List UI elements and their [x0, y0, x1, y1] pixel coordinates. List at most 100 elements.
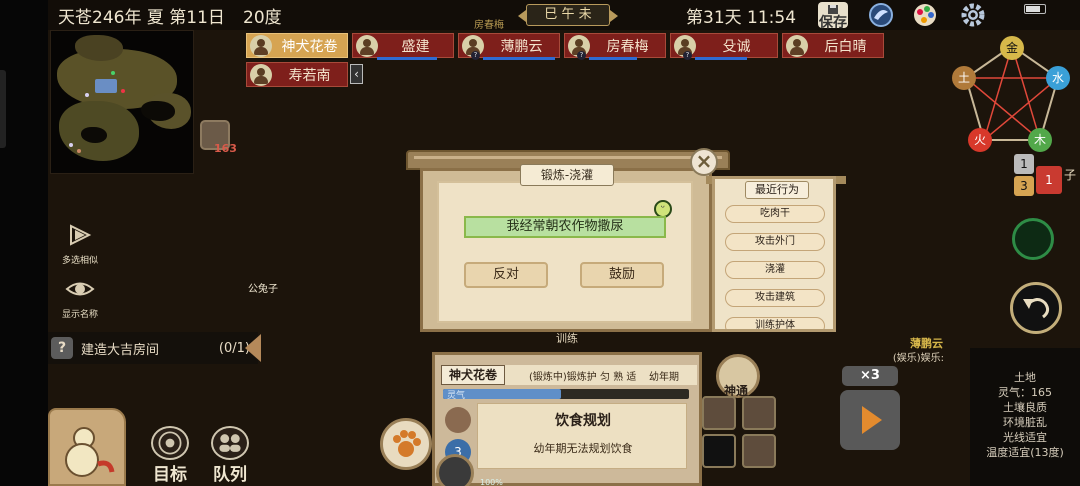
settings-gear-icon[interactable] [958, 2, 988, 28]
map-void [141, 101, 175, 121]
speed-label[interactable]: ×3 [842, 366, 898, 386]
recent-item[interactable]: 浇灌 [725, 261, 825, 279]
collapse-chips-button[interactable]: ‹ [350, 64, 363, 84]
wuxing-water[interactable]: 水 [1046, 66, 1070, 90]
yinyang-icon[interactable] [1012, 218, 1054, 260]
character-bar [483, 57, 555, 60]
percent-label: 100% [480, 478, 503, 486]
task-label: 建造大吉房间 [81, 342, 160, 358]
undo-icon[interactable] [1010, 282, 1062, 334]
npc-label: 公兔子 [248, 284, 278, 295]
wuxing-diagram[interactable]: 金 水 木 火 土 [950, 36, 1074, 156]
eye-icon [65, 282, 95, 296]
bird-icon[interactable] [866, 2, 896, 28]
question-badge-icon: ? [683, 51, 692, 60]
target-label: 目标 [153, 465, 187, 485]
recent-item[interactable]: 训练护体 [725, 317, 825, 329]
task-collapse-arrow-icon[interactable] [245, 334, 261, 362]
lingqi-bar [443, 389, 689, 399]
map-marker [85, 93, 89, 97]
encourage-button[interactable]: 鼓励 [580, 262, 664, 288]
character-name: 神犬花卷 [281, 38, 338, 55]
oppose-button[interactable]: 反对 [464, 262, 548, 288]
action-slot-1[interactable] [702, 396, 736, 430]
recent-item[interactable]: 攻击建筑 [725, 289, 825, 307]
close-icon[interactable]: × [690, 148, 718, 176]
map-marker [69, 143, 73, 147]
character-name: 殳诚 [722, 38, 751, 55]
wuxing-earth[interactable]: 土 [952, 66, 976, 90]
map-void [81, 127, 107, 143]
status-tag: 适 [626, 372, 637, 383]
character-name: 寿若南 [288, 67, 331, 84]
diet-plan-desc: 幼年期无法规划饮食 [533, 442, 633, 455]
floppy-icon [828, 5, 838, 14]
character-chip-5[interactable]: 殳诚? [670, 33, 778, 60]
character-bar [695, 57, 747, 60]
action-slot-4[interactable] [742, 434, 776, 468]
show-names-button[interactable]: 显示名称 [52, 276, 108, 320]
save-button[interactable]: 保存 [818, 2, 848, 31]
character-bar [377, 57, 437, 60]
device-side-bar [0, 0, 48, 486]
floating-character-name: 房春梅 [474, 20, 504, 31]
avatar [356, 34, 378, 57]
ganzhi-time-indicator[interactable]: 巳 午 未 [518, 4, 618, 26]
task-bar[interactable]: ? 建造大吉房间 (0/1) [48, 332, 258, 364]
count-box-b[interactable]: 3 [1014, 176, 1034, 196]
character-bar [589, 57, 637, 60]
game-date: 天苍246年 夏 第11日 [58, 8, 225, 28]
tile-info-line: 环境脏乱 [1003, 416, 1047, 429]
character-chip-7[interactable]: 寿若南 [246, 62, 348, 87]
paw-icon [393, 430, 421, 457]
action-slot-3[interactable] [702, 434, 736, 468]
count-box-a[interactable]: 1 [1014, 154, 1034, 174]
tile-info-line: 土壤良质 [1003, 401, 1047, 414]
character-chip-3[interactable]: 薄鹏云? [458, 33, 560, 60]
minimap[interactable] [50, 30, 194, 174]
wuxing-wood[interactable]: 木 [1028, 128, 1052, 152]
target-button[interactable]: 目标 [140, 426, 200, 485]
multi-select-icon [70, 224, 92, 246]
character-chip-1[interactable]: 神犬花卷 [246, 33, 348, 58]
lingqi-label: 灵气 [447, 391, 466, 401]
game-screen: 天苍246年 夏 第11日 20度 房春梅 巳 午 未 第31天 11:54 保… [0, 0, 1080, 486]
diet-plan-box[interactable]: 饮食规划 幼年期无法规划饮食 [477, 403, 687, 469]
character-name: 房春梅 [606, 38, 649, 55]
recent-item[interactable]: 攻击外门 [725, 233, 825, 251]
paw-button[interactable] [380, 418, 432, 470]
age-stage: 幼年期 [649, 372, 679, 383]
recent-actions-panel[interactable]: 最近行为 吃肉干 攻击外门 浇灌 攻击建筑 训练护体 [712, 176, 836, 332]
save-label: 保存 [819, 15, 847, 31]
battery-icon [1024, 4, 1046, 14]
avatar [250, 34, 272, 57]
status-text: (锻炼中)锻炼护 [529, 372, 597, 383]
count-box-c[interactable]: 1 [1036, 166, 1062, 194]
question-icon: ? [51, 337, 73, 359]
training-label: 训练 [556, 332, 578, 345]
bag-count: 163 [214, 142, 237, 155]
side-char: 子 [1064, 168, 1077, 182]
recent-item[interactable]: 吃肉干 [725, 205, 825, 223]
avatar [250, 63, 272, 86]
queue-label: 队列 [213, 465, 247, 485]
play-button[interactable] [840, 390, 900, 450]
character-chip-2[interactable]: 盛建 [352, 33, 454, 60]
target-icon [151, 426, 189, 460]
palette-icon[interactable] [910, 2, 940, 28]
multi-select-button[interactable]: 多选相似 [52, 222, 108, 266]
status-tag: 熟 [613, 372, 624, 383]
wuxing-metal[interactable]: 金 [1000, 36, 1024, 60]
panel-character-name[interactable]: 神犬花卷 [441, 365, 505, 385]
character-chip-6[interactable]: 后白晴 [782, 33, 884, 58]
people-icon [211, 426, 249, 460]
dialog-body [420, 168, 712, 332]
stat-icon[interactable] [445, 407, 471, 433]
character-name: 薄鹏云 [500, 38, 543, 55]
wuxing-fire[interactable]: 火 [968, 128, 992, 152]
character-chip-4[interactable]: 房春梅? [564, 33, 666, 60]
gear-icon[interactable] [436, 454, 474, 486]
gourd-portrait[interactable] [48, 408, 126, 486]
queue-button[interactable]: 队列 [200, 426, 260, 485]
action-slot-2[interactable] [742, 396, 776, 430]
